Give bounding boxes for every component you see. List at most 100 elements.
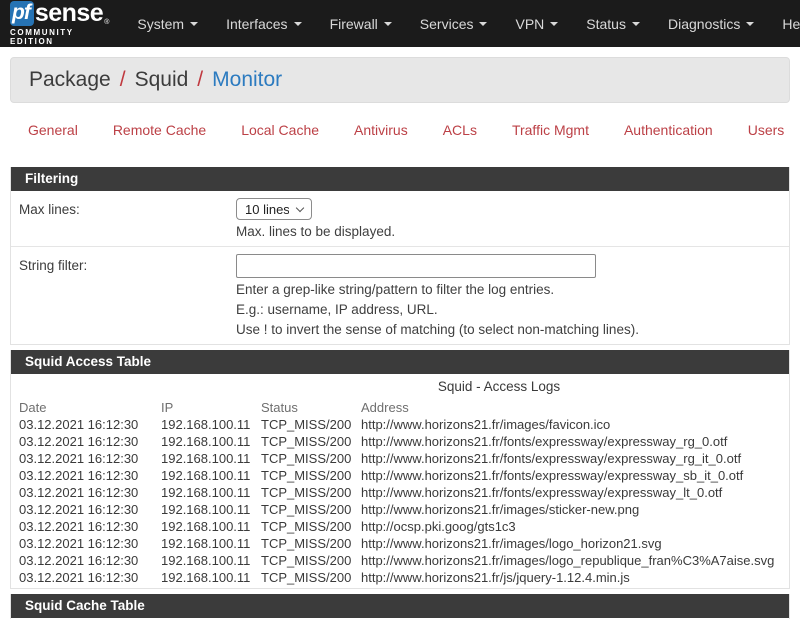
string-filter-label: String filter: <box>19 254 236 338</box>
string-filter-help-1: Enter a grep-like string/pattern to filt… <box>236 281 781 298</box>
cell-date: 03.12.2021 16:12:30 <box>19 433 161 450</box>
cell-date: 03.12.2021 16:12:30 <box>19 552 161 569</box>
caret-down-icon <box>632 22 640 26</box>
logo-edition-text: COMMUNITY EDITION <box>10 28 109 46</box>
squid-access-panel: Squid Access Table Squid - Access Logs D… <box>10 350 790 589</box>
cell-ip: 192.168.100.11 <box>161 501 261 518</box>
table-row: 03.12.2021 16:12:30 192.168.100.11 TCP_M… <box>19 552 800 569</box>
tab[interactable]: Authentication <box>612 119 725 155</box>
cell-status: TCP_MISS/200 <box>261 450 361 467</box>
menu-item[interactable]: Help <box>768 0 800 47</box>
cell-status: TCP_MISS/200 <box>261 416 361 433</box>
cell-status: TCP_MISS/200 <box>261 484 361 501</box>
breadcrumb-item-package: Package <box>29 68 111 92</box>
tab[interactable]: General <box>16 119 90 155</box>
cell-status: TCP_MISS/200 <box>261 433 361 450</box>
filtering-panel-title: Filtering <box>11 167 789 191</box>
max-lines-select-wrap: 10 lines <box>236 198 312 220</box>
menu-item-label: Status <box>586 16 626 32</box>
squid-cache-panel-title: Squid Cache Table <box>11 594 789 618</box>
cell-date: 03.12.2021 16:12:30 <box>19 535 161 552</box>
max-lines-label: Max lines: <box>19 198 236 240</box>
caret-down-icon <box>550 22 558 26</box>
column-header-ip: IP <box>161 399 261 416</box>
caret-down-icon <box>190 22 198 26</box>
table-row: 03.12.2021 16:12:30 192.168.100.11 TCP_M… <box>19 535 800 552</box>
menu-item-label: Firewall <box>330 16 378 32</box>
table-row: 03.12.2021 16:12:30 192.168.100.11 TCP_M… <box>19 450 800 467</box>
breadcrumb-item-monitor[interactable]: Monitor <box>212 68 282 92</box>
cell-status: TCP_MISS/200 <box>261 518 361 535</box>
tab[interactable]: Remote Cache <box>101 119 218 155</box>
pf-logo-box: pf <box>10 1 34 26</box>
cell-address: http://www.horizons21.fr/fonts/expresswa… <box>361 484 800 501</box>
menu-item-label: VPN <box>515 16 544 32</box>
table-row: 03.12.2021 16:12:30 192.168.100.11 TCP_M… <box>19 416 800 433</box>
menu-item[interactable]: VPN <box>501 0 572 47</box>
menu-item[interactable]: Status <box>572 0 654 47</box>
breadcrumb: Package / Squid / Monitor <box>10 57 790 103</box>
tab-label: Traffic Mgmt <box>512 122 589 138</box>
string-filter-help-2: E.g.: username, IP address, URL. <box>236 301 781 318</box>
cell-address: http://www.horizons21.fr/images/logo_rep… <box>361 552 800 569</box>
string-filter-help-3: Use ! to invert the sense of matching (t… <box>236 321 781 338</box>
breadcrumb-separator: / <box>120 68 126 92</box>
table-header-row: Date IP Status Address <box>19 399 800 416</box>
cell-date: 03.12.2021 16:12:30 <box>19 484 161 501</box>
logo-sense-text: sense <box>35 1 103 26</box>
column-header-address: Address <box>361 399 800 416</box>
max-lines-help: Max. lines to be displayed. <box>236 223 781 240</box>
cell-address: http://www.horizons21.fr/fonts/expresswa… <box>361 450 800 467</box>
cell-date: 03.12.2021 16:12:30 <box>19 518 161 535</box>
tab[interactable]: ACLs <box>431 119 489 155</box>
menu-item[interactable]: Diagnostics <box>654 0 768 47</box>
cell-ip: 192.168.100.11 <box>161 450 261 467</box>
tab[interactable]: Local Cache <box>229 119 331 155</box>
tab[interactable]: Antivirus <box>342 119 420 155</box>
table-row: 03.12.2021 16:12:30 192.168.100.11 TCP_M… <box>19 433 800 450</box>
menu-item[interactable]: Services <box>406 0 502 47</box>
cell-date: 03.12.2021 16:12:30 <box>19 569 161 586</box>
cell-date: 03.12.2021 16:12:30 <box>19 467 161 484</box>
column-header-date: Date <box>19 399 161 416</box>
cell-date: 03.12.2021 16:12:30 <box>19 450 161 467</box>
cell-ip: 192.168.100.11 <box>161 569 261 586</box>
tab-label: ACLs <box>443 122 477 138</box>
tab-label: Remote Cache <box>113 122 206 138</box>
cell-address: http://www.horizons21.fr/js/jquery-1.12.… <box>361 569 800 586</box>
menu-item[interactable]: Firewall <box>316 0 406 47</box>
max-lines-row: Max lines: 10 lines Max. lines to be dis… <box>11 191 789 246</box>
table-row: 03.12.2021 16:12:30 192.168.100.11 TCP_M… <box>19 484 800 501</box>
column-header-status: Status <box>261 399 361 416</box>
string-filter-row: String filter: Enter a grep-like string/… <box>11 246 789 344</box>
string-filter-input[interactable] <box>236 254 596 278</box>
caret-down-icon <box>294 22 302 26</box>
tab[interactable]: Traffic Mgmt <box>500 119 601 155</box>
tab-label: Local Cache <box>241 122 319 138</box>
table-row: 03.12.2021 16:12:30 192.168.100.11 TCP_M… <box>19 467 800 484</box>
cell-status: TCP_MISS/200 <box>261 535 361 552</box>
tab[interactable]: Users <box>736 119 797 155</box>
tab-strip: General Remote Cache Local Cache Antivir… <box>0 103 800 155</box>
cell-address: http://www.horizons21.fr/fonts/expresswa… <box>361 433 800 450</box>
registered-mark: ® <box>104 19 109 26</box>
cell-ip: 192.168.100.11 <box>161 535 261 552</box>
top-navbar: pfsense® COMMUNITY EDITION System Interf… <box>0 0 800 47</box>
menu-item-label: Interfaces <box>226 16 287 32</box>
pfsense-logo[interactable]: pfsense® COMMUNITY EDITION <box>10 1 109 46</box>
cell-status: TCP_MISS/200 <box>261 569 361 586</box>
caret-down-icon <box>384 22 392 26</box>
menu-item[interactable]: System <box>123 0 212 47</box>
cell-address: http://ocsp.pki.goog/gts1c3 <box>361 518 800 535</box>
cell-date: 03.12.2021 16:12:30 <box>19 501 161 518</box>
table-row: 03.12.2021 16:12:30 192.168.100.11 TCP_M… <box>19 501 800 518</box>
access-logs-caption: Squid - Access Logs <box>19 378 800 395</box>
squid-cache-panel: Squid Cache Table Squid - Cache Logs <box>10 594 790 619</box>
menu-item-label: System <box>137 16 184 32</box>
menu-item[interactable]: Interfaces <box>212 0 315 47</box>
cell-status: TCP_MISS/200 <box>261 467 361 484</box>
cell-date: 03.12.2021 16:12:30 <box>19 416 161 433</box>
cell-status: TCP_MISS/200 <box>261 501 361 518</box>
main-menu: System Interfaces Firewall Services VPN <box>123 0 800 47</box>
max-lines-select[interactable]: 10 lines <box>236 198 312 220</box>
